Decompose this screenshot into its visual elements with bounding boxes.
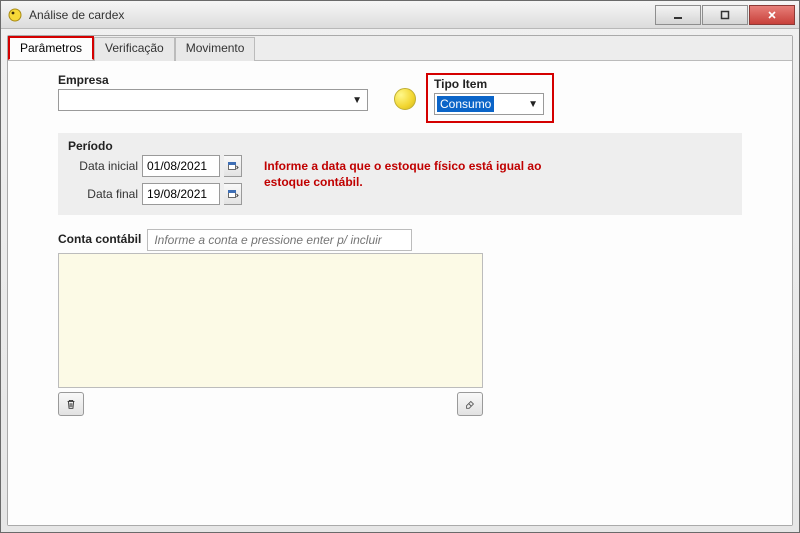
conta-toolbar — [58, 392, 483, 416]
window-controls — [655, 5, 795, 25]
calendar-icon — [227, 160, 239, 172]
app-icon — [7, 7, 23, 23]
chevron-down-icon: ▼ — [349, 95, 365, 106]
periodo-title: Período — [68, 139, 732, 153]
app-window: Análise de cardex Parâmetros Verificação… — [0, 0, 800, 533]
tab-parametros[interactable]: Parâmetros — [8, 36, 94, 60]
data-inicial-row: Data inicial — [68, 155, 242, 177]
tipo-item-value: Consumo — [437, 96, 494, 112]
data-final-input[interactable] — [142, 183, 220, 205]
close-button[interactable] — [749, 5, 795, 25]
tipo-item-block: Tipo Item Consumo ▼ — [426, 73, 554, 123]
tipo-item-select[interactable]: Consumo ▼ — [434, 93, 544, 115]
chevron-down-icon: ▼ — [525, 99, 541, 110]
periodo-box: Período Data inicial — [58, 133, 742, 215]
tab-verificacao[interactable]: Verificação — [94, 37, 175, 61]
data-inicial-picker-button[interactable] — [224, 155, 242, 177]
data-final-label: Data final — [68, 187, 138, 201]
delete-button[interactable] — [58, 392, 84, 416]
tab-movimento[interactable]: Movimento — [175, 37, 256, 61]
empresa-label: Empresa — [58, 73, 388, 87]
data-final-picker-button[interactable] — [224, 183, 242, 205]
minimize-button[interactable] — [655, 5, 701, 25]
eraser-icon — [464, 397, 476, 411]
client-area: Parâmetros Verificação Movimento Empresa… — [7, 35, 793, 526]
panel-parametros: Empresa ▼ Tipo Item Consumo ▼ — [8, 61, 792, 525]
conta-label: Conta contábil — [58, 232, 141, 246]
clear-button[interactable] — [457, 392, 483, 416]
data-inicial-input[interactable] — [142, 155, 220, 177]
tipo-item-label: Tipo Item — [434, 77, 544, 91]
data-final-row: Data final — [68, 183, 242, 205]
empresa-input-wrap: ▼ — [58, 89, 388, 111]
conta-input[interactable] — [147, 229, 412, 251]
tabstrip: Parâmetros Verificação Movimento — [8, 36, 792, 61]
search-empresa-button[interactable] — [394, 88, 416, 110]
trash-icon — [65, 397, 77, 411]
maximize-button[interactable] — [702, 5, 748, 25]
empresa-block: Empresa ▼ — [58, 73, 388, 111]
window-title: Análise de cardex — [29, 8, 655, 22]
titlebar: Análise de cardex — [1, 1, 799, 29]
conta-list[interactable] — [58, 253, 483, 388]
calendar-icon — [227, 188, 239, 200]
empresa-select[interactable]: ▼ — [58, 89, 368, 111]
periodo-dates: Data inicial Data final — [68, 155, 242, 205]
periodo-note: Informe a data que o estoque físico está… — [264, 155, 544, 190]
data-inicial-label: Data inicial — [68, 159, 138, 173]
empresa-search-wrap — [394, 73, 416, 110]
periodo-inner: Data inicial Data final — [68, 155, 732, 205]
conta-header: Conta contábil — [58, 229, 742, 251]
conta-block: Conta contábil — [58, 229, 742, 416]
row-top: Empresa ▼ Tipo Item Consumo ▼ — [58, 73, 742, 123]
